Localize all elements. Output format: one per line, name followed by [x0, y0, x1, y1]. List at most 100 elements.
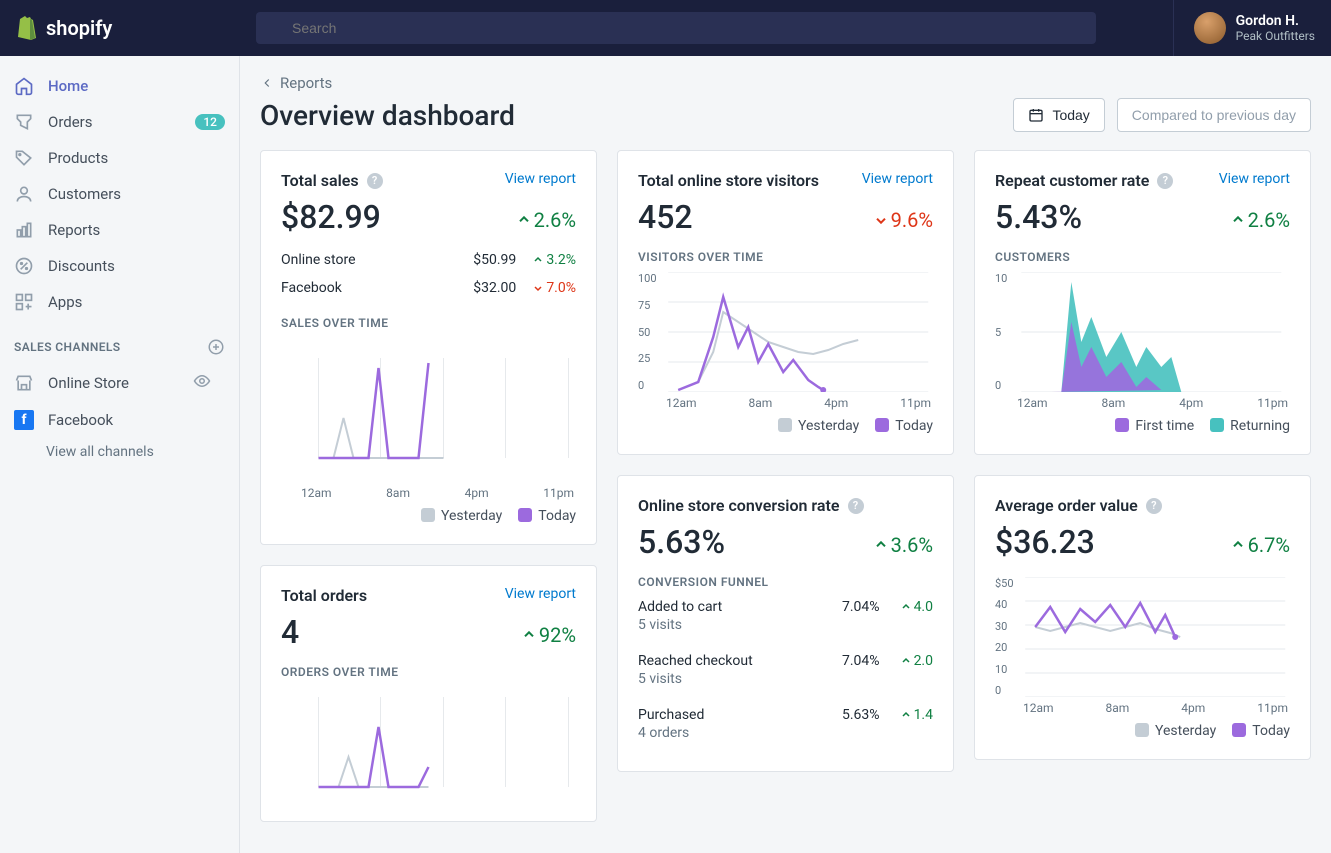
card-conversion: Online store conversion rate ? 5.63% 3.6… [617, 475, 954, 772]
view-icon[interactable] [193, 372, 225, 394]
sidebar-item-label: Home [48, 77, 88, 95]
apps-icon [14, 292, 34, 312]
metric-delta: 9.6% [873, 208, 933, 232]
sales-row-facebook: Facebook $32.00 7.0% [281, 274, 576, 302]
sidebar-item-label: Reports [48, 221, 100, 239]
row-value: $32.00 [473, 280, 516, 296]
sidebar-item-reports[interactable]: Reports [0, 212, 239, 248]
sidebar-item-discounts[interactable]: Discounts [0, 248, 239, 284]
card-visitors: Total online store visitors View report … [617, 150, 954, 455]
card-title: Total online store visitors [638, 171, 819, 190]
delta-text: 2.6% [534, 208, 576, 232]
metric-value: 5.43% [995, 198, 1082, 236]
sidebar-section-channels: SALES CHANNELS [0, 320, 239, 364]
sidebar-item-label: Products [48, 149, 108, 167]
sidebar-item-label: Customers [48, 185, 121, 203]
user-store: Peak Outfitters [1236, 29, 1315, 43]
card-title: Total orders [281, 586, 367, 605]
brand-name: shopify [46, 16, 112, 40]
sidebar-item-products[interactable]: Products [0, 140, 239, 176]
sidebar-item-home[interactable]: Home [0, 68, 239, 104]
help-icon[interactable]: ? [367, 173, 383, 189]
funnel-reached-checkout: Reached checkout 7.04% 2.0 5 visits [638, 643, 933, 697]
sidebar-item-label: Orders [48, 113, 93, 131]
row-value: $50.99 [473, 252, 516, 268]
compare-label: Compared to previous day [1132, 107, 1296, 123]
customers-icon [14, 184, 34, 204]
arrow-up-icon [516, 212, 532, 228]
y-axis: 10 5 0 [995, 272, 1013, 392]
funnel-delta: 2.0 [900, 653, 933, 669]
sidebar-item-customers[interactable]: Customers [0, 176, 239, 212]
shopify-icon [16, 16, 38, 40]
funnel-delta: 1.4 [900, 707, 933, 723]
funnel-sub: 5 visits [638, 617, 933, 633]
topbar: shopify Gordon H. Peak Outfitters [0, 0, 1331, 56]
date-range-button[interactable]: Today [1013, 98, 1104, 132]
row-label: Facebook [281, 280, 342, 296]
metric-value: 5.63% [638, 523, 725, 561]
row-label: Online store [281, 252, 356, 268]
funnel-purchased: Purchased 5.63% 1.4 4 orders [638, 697, 933, 751]
orders-icon [14, 112, 34, 132]
user-name: Gordon H. [1236, 13, 1315, 29]
sidebar-item-apps[interactable]: Apps [0, 284, 239, 320]
delta-text: 9.6% [891, 208, 933, 232]
sidebar-item-label: Discounts [48, 257, 115, 275]
x-axis: 12am 8am 4pm 11pm [638, 396, 933, 410]
breadcrumb-label: Reports [280, 74, 332, 92]
sidebar-item-orders[interactable]: Orders 12 [0, 104, 239, 140]
logo[interactable]: shopify [16, 16, 240, 40]
view-report-link[interactable]: View report [505, 586, 576, 602]
row-delta: 3.2% [532, 252, 576, 268]
help-icon[interactable]: ? [848, 498, 864, 514]
metric-value: 452 [638, 198, 693, 236]
sidebar-item-label: Online Store [48, 374, 129, 392]
metric-delta: 2.6% [516, 208, 576, 232]
view-report-link[interactable]: View report [1219, 171, 1290, 187]
arrow-up-icon [532, 254, 544, 266]
arrow-up-icon [521, 627, 537, 643]
metric-delta: 92% [521, 623, 576, 647]
view-report-link[interactable]: View report [862, 171, 933, 187]
card-aov: Average order value ? $36.23 6.7% [974, 475, 1311, 760]
title-text: Total online store visitors [638, 171, 819, 190]
search-input[interactable] [256, 12, 1096, 44]
delta-text: 3.6% [891, 533, 933, 557]
section-label: SALES OVER TIME [281, 316, 576, 330]
title-text: Online store conversion rate [638, 496, 840, 515]
legend: Yesterday Today [638, 418, 933, 434]
arrow-up-icon [900, 709, 912, 721]
user-menu[interactable]: Gordon H. Peak Outfitters [1173, 0, 1315, 56]
help-icon[interactable]: ? [1157, 173, 1173, 189]
legend: Yesterday Today [281, 508, 576, 524]
sidebar-item-label: Apps [48, 293, 82, 311]
metric-delta: 3.6% [873, 533, 933, 557]
section-label: VISITORS OVER TIME [638, 250, 933, 264]
arrow-up-icon [873, 537, 889, 553]
breadcrumb[interactable]: Reports [260, 74, 1311, 92]
delta-text: 92% [539, 623, 576, 647]
funnel-pct: 7.04% [842, 599, 880, 615]
compare-button[interactable]: Compared to previous day [1117, 98, 1311, 132]
help-icon[interactable]: ? [1146, 498, 1162, 514]
x-axis: 12am 8am 4pm 11pm [995, 701, 1290, 715]
title-text: Total orders [281, 586, 367, 605]
funnel-label: Purchased [638, 707, 704, 723]
sidebar-channel-facebook[interactable]: f Facebook [0, 402, 239, 438]
funnel-delta: 4.0 [900, 599, 933, 615]
avatar [1194, 12, 1226, 44]
card-total-sales: Total sales ? View report $82.99 2.6% [260, 150, 597, 545]
view-all-channels[interactable]: View all channels [0, 438, 239, 466]
view-report-link[interactable]: View report [505, 171, 576, 187]
metric-value: $82.99 [281, 198, 381, 236]
funnel-label: Reached checkout [638, 653, 753, 669]
section-label: CONVERSION FUNNEL [638, 575, 933, 589]
arrow-down-icon [873, 212, 889, 228]
sidebar-channel-online-store[interactable]: Online Store [0, 364, 239, 402]
funnel-sub: 4 orders [638, 725, 933, 741]
card-title: Total sales ? [281, 171, 383, 190]
add-channel-icon[interactable] [207, 338, 225, 356]
discounts-icon [14, 256, 34, 276]
funnel-pct: 5.63% [842, 707, 880, 723]
